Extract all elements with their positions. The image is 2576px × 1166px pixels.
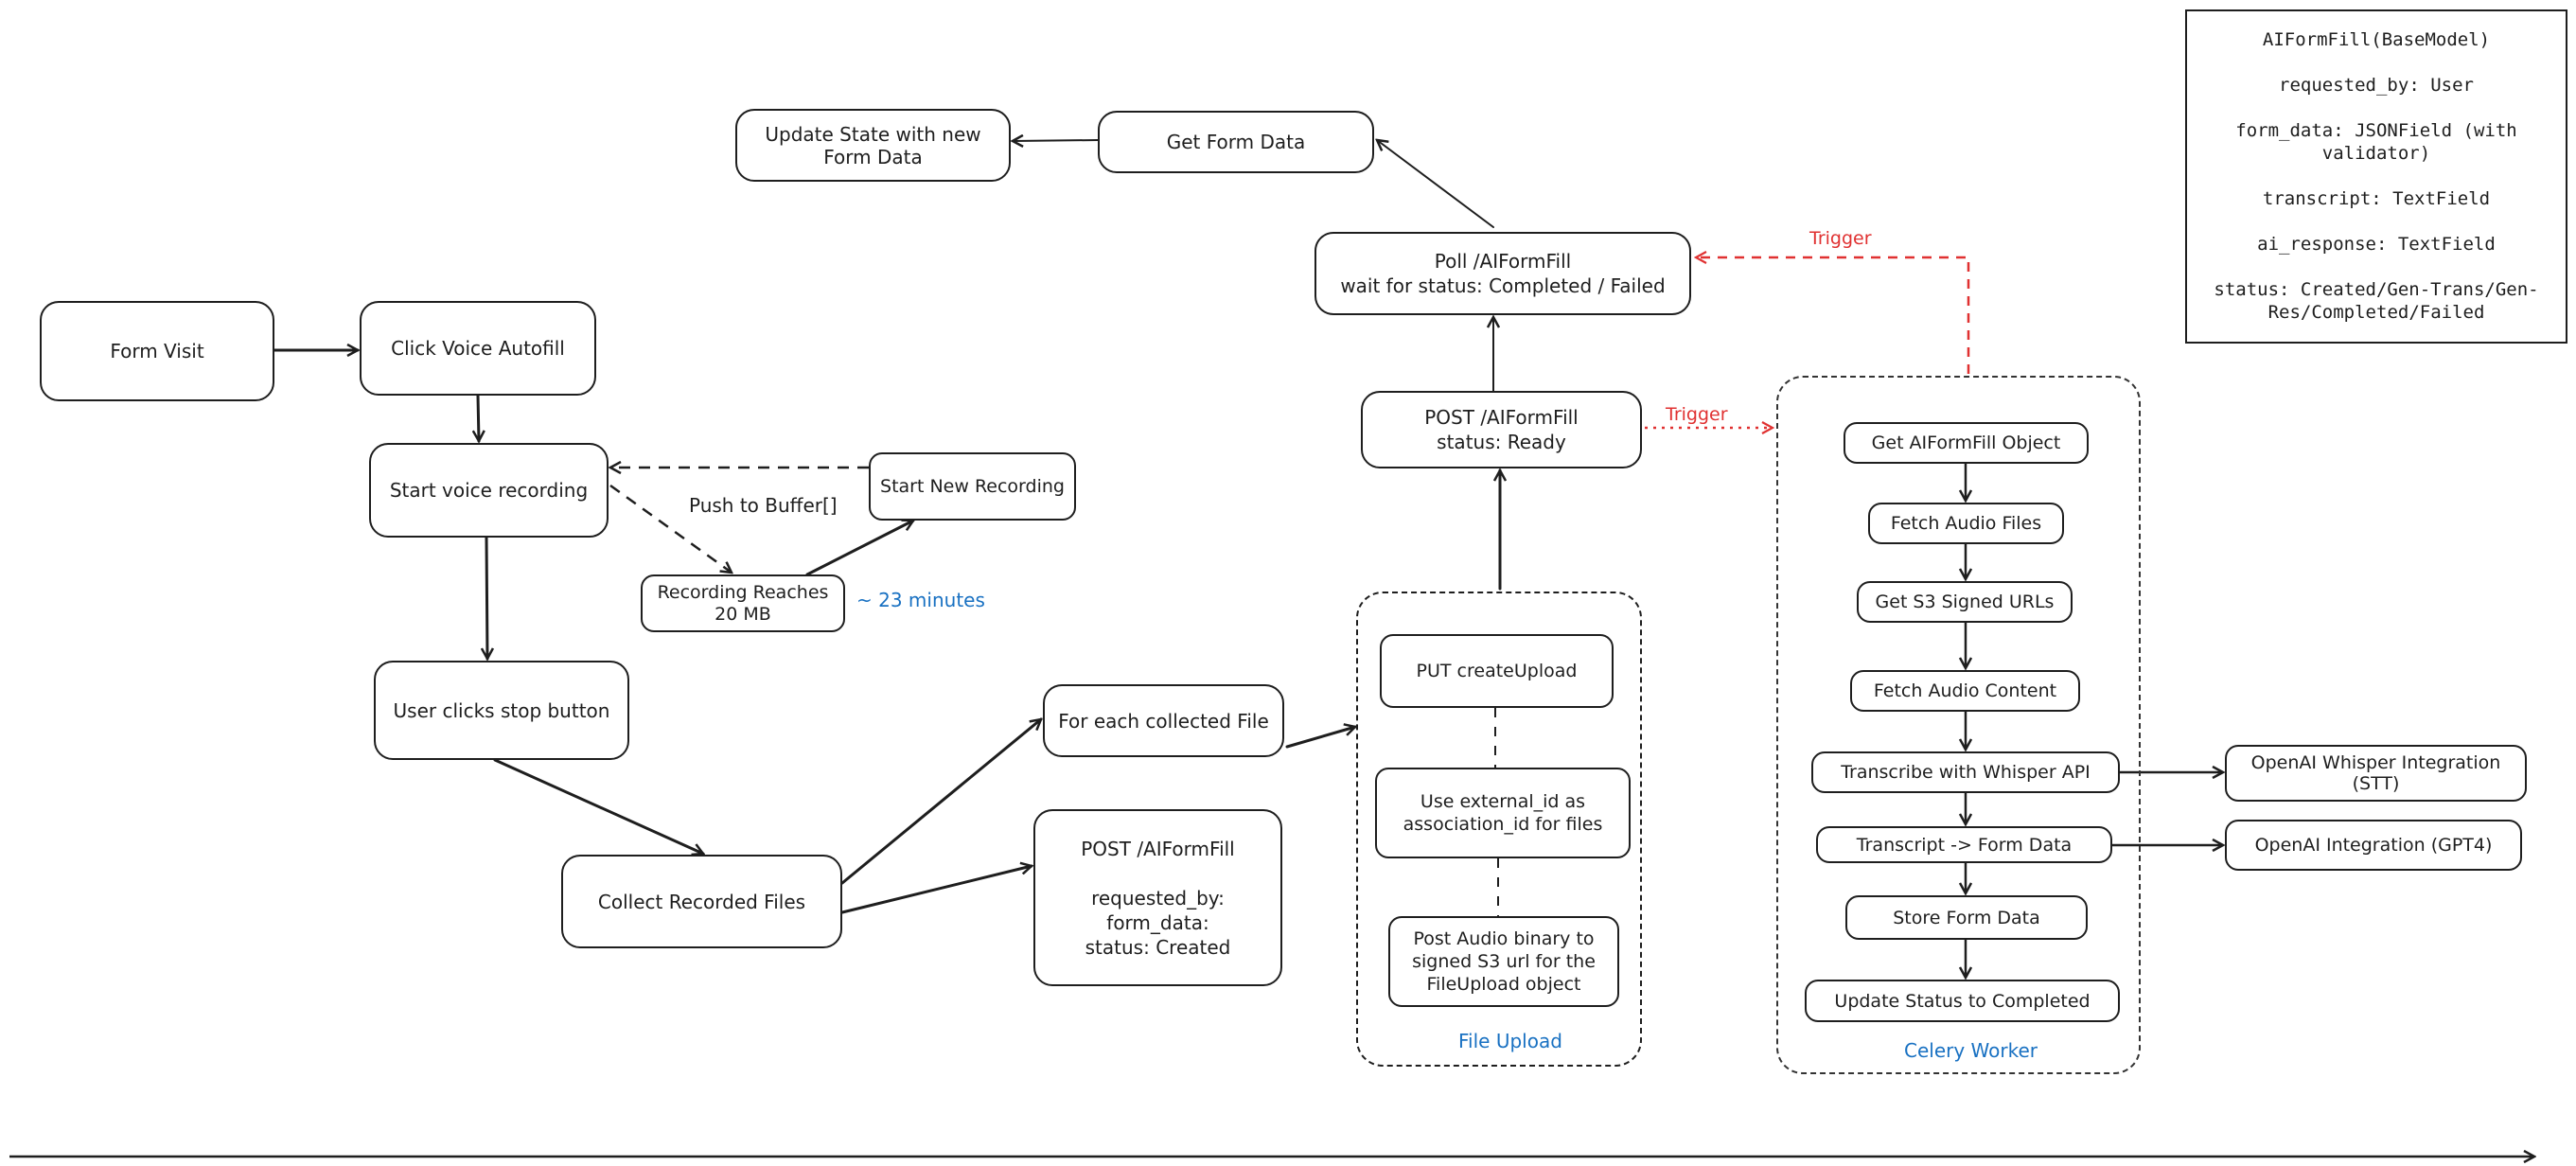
node-for-each-file[interactable]: For each collected File (1043, 684, 1284, 757)
celery-step-get-signed-urls[interactable]: Get S3 Signed URLs (1857, 581, 2073, 623)
integration-gpt4[interactable]: OpenAI Integration (GPT4) (2225, 820, 2522, 871)
arrow-getform-to-update (1013, 140, 1099, 141)
celery-step-fetch-audio-files[interactable]: Fetch Audio Files (1868, 503, 2064, 544)
upload-step-external-id[interactable]: Use external_id as association_id for fi… (1375, 768, 1631, 858)
node-poll[interactable]: Poll /AIFormFill wait for status: Comple… (1314, 232, 1691, 315)
celery-step-store-form-data[interactable]: Store Form Data (1845, 895, 2088, 940)
model-field-ai-response: ai_response: TextField (2257, 234, 2496, 255)
trigger-label-to-poll: Trigger (1809, 228, 1872, 249)
model-field-status: status: Created/Gen-Trans/Gen-Res/Comple… (2214, 279, 2539, 323)
recording-duration-note: ~ 23 minutes (856, 589, 985, 611)
node-click-voice-autofill[interactable]: Click Voice Autofill (360, 301, 596, 396)
model-field-transcript: transcript: TextField (2262, 188, 2491, 209)
node-start-new-recording[interactable]: Start New Recording (869, 452, 1076, 521)
arrow-collect-to-postcreated (840, 866, 1032, 914)
file-upload-label: File Upload (1458, 1030, 1562, 1052)
arrow-foreach-to-upload (1285, 727, 1355, 749)
node-get-form-data[interactable]: Get Form Data (1098, 111, 1374, 173)
node-start-voice-recording[interactable]: Start voice recording (369, 443, 609, 538)
node-recording-reaches[interactable]: Recording Reaches 20 MB (641, 574, 845, 632)
celery-worker-group (1776, 376, 2141, 1074)
node-form-visit[interactable]: Form Visit (40, 301, 274, 401)
celery-worker-label: Celery Worker (1904, 1039, 2038, 1062)
celery-step-transcript-to-form[interactable]: Transcript -> Form Data (1816, 826, 2112, 863)
integration-whisper[interactable]: OpenAI Whisper Integration (STT) (2225, 745, 2527, 802)
upload-step-post-audio[interactable]: Post Audio binary to signed S3 url for t… (1388, 916, 1619, 1007)
celery-step-update-status[interactable]: Update Status to Completed (1805, 980, 2120, 1022)
push-to-buffer-label: Push to Buffer[] (689, 494, 838, 517)
trigger-celery-to-poll (1696, 257, 1970, 374)
arrow-stop-to-collect (493, 758, 703, 854)
celery-step-get-object[interactable]: Get AIFormFill Object (1844, 422, 2089, 464)
arrow-click-to-start (478, 394, 479, 441)
model-title: AIFormFill(BaseModel) (2262, 29, 2491, 50)
arrow-poll-to-getform (1377, 140, 1494, 228)
arrow-reaches-to-newrec (805, 521, 913, 576)
node-user-clicks-stop[interactable]: User clicks stop button (374, 661, 629, 760)
model-field-form-data: form_data: JSONField (with validator) (2235, 120, 2517, 164)
upload-step-put-create[interactable]: PUT createUpload (1380, 634, 1614, 708)
node-post-created[interactable]: POST /AIFormFill requested_by: form_data… (1033, 809, 1282, 986)
arrow-collect-to-foreach (840, 719, 1041, 885)
model-definition-box: AIFormFill(BaseModel) requested_by: User… (2185, 9, 2567, 344)
node-update-state[interactable]: Update State with new Form Data (735, 109, 1011, 182)
arrow-start-to-stop (486, 536, 487, 659)
node-collect-recorded-files[interactable]: Collect Recorded Files (561, 855, 842, 948)
trigger-label-to-celery: Trigger (1666, 404, 1728, 425)
celery-step-fetch-audio-content[interactable]: Fetch Audio Content (1850, 670, 2080, 712)
model-field-requested-by: requested_by: User (2279, 75, 2474, 96)
node-post-ready[interactable]: POST /AIFormFill status: Ready (1361, 391, 1642, 468)
celery-step-transcribe[interactable]: Transcribe with Whisper API (1811, 751, 2120, 793)
